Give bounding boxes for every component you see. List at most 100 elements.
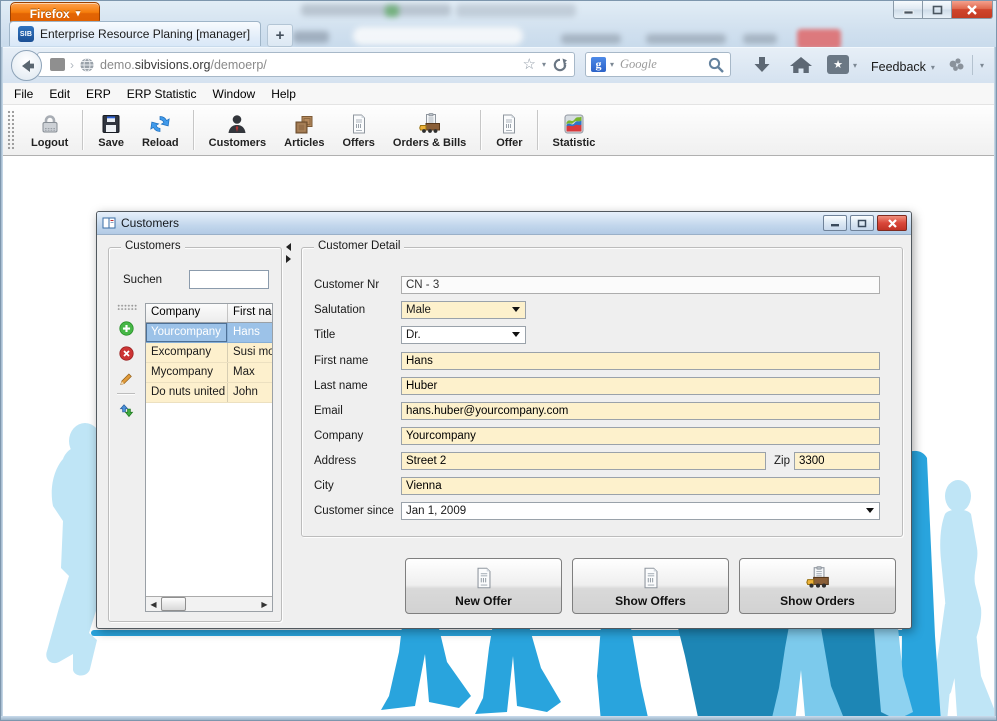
scroll-right-arrow[interactable]: ▶ bbox=[257, 597, 272, 611]
customers-window-titlebar[interactable]: Customers bbox=[97, 212, 911, 235]
window-icon bbox=[102, 217, 116, 229]
customers-window: Customers Customers Suchen Company First… bbox=[96, 211, 912, 629]
url-bar[interactable]: › demo.sibvisions.org/demoerp/ ☆ ▾ bbox=[37, 52, 575, 77]
inner-restore-button[interactable] bbox=[850, 215, 874, 231]
truck-icon bbox=[418, 112, 440, 133]
menu-window[interactable]: Window bbox=[205, 87, 264, 101]
reload-button[interactable]: Reload bbox=[133, 105, 188, 155]
company-field[interactable] bbox=[401, 427, 880, 445]
table-row[interactable]: Excompany Susi mo bbox=[146, 343, 272, 363]
collapse-left-icon[interactable] bbox=[286, 243, 291, 251]
tab-title: Enterprise Resource Planing [manager] bbox=[40, 27, 251, 41]
logout-button[interactable]: Logout bbox=[22, 105, 77, 155]
back-button[interactable] bbox=[11, 50, 42, 81]
bookmarks-dropdown-icon[interactable]: ▾ bbox=[853, 61, 857, 70]
offers-button[interactable]: Offers bbox=[333, 105, 383, 155]
window-frame-left bbox=[1, 47, 3, 720]
column-header-company[interactable]: Company bbox=[146, 304, 228, 322]
menu-help[interactable]: Help bbox=[263, 87, 304, 101]
overflow-dropdown-icon[interactable]: ▾ bbox=[980, 61, 984, 70]
salutation-label: Salutation bbox=[314, 304, 366, 316]
toolbar-grip[interactable] bbox=[117, 304, 137, 310]
menu-file[interactable]: File bbox=[6, 87, 41, 101]
customers-group-title: Customers bbox=[121, 240, 185, 252]
site-identity-icon[interactable] bbox=[50, 58, 65, 71]
search-input[interactable] bbox=[618, 56, 703, 73]
menu-erp-statistic[interactable]: ERP Statistic bbox=[119, 87, 205, 101]
search-engine-dropdown-icon[interactable]: ▾ bbox=[610, 60, 614, 69]
window-frame-bottom bbox=[1, 716, 996, 720]
address-field[interactable] bbox=[401, 452, 766, 470]
chevron-separator: › bbox=[70, 57, 74, 72]
customer-since-datebox[interactable]: Jan 1, 2009 bbox=[401, 502, 880, 520]
zip-field[interactable] bbox=[794, 452, 880, 470]
table-row[interactable]: Mycompany Max bbox=[146, 363, 272, 383]
window-frame-right bbox=[994, 47, 996, 720]
customer-search-input[interactable] bbox=[189, 270, 269, 289]
split-pane-divider[interactable] bbox=[286, 235, 292, 627]
export-import-button[interactable] bbox=[116, 400, 136, 420]
scrollbar-thumb[interactable] bbox=[161, 597, 186, 611]
reload-icon[interactable] bbox=[552, 57, 568, 73]
add-row-button[interactable] bbox=[116, 318, 136, 338]
customers-button[interactable]: Customers bbox=[200, 105, 275, 155]
customer-detail-group-title: Customer Detail bbox=[314, 240, 405, 252]
browser-tab[interactable]: SIB Enterprise Resource Planing [manager… bbox=[9, 21, 261, 46]
toolbar-grip[interactable] bbox=[7, 110, 14, 150]
customer-nr-label: Customer Nr bbox=[314, 279, 380, 291]
edit-row-button[interactable] bbox=[116, 368, 136, 388]
table-row[interactable]: Do nuts united John bbox=[146, 383, 272, 403]
inner-close-button[interactable] bbox=[877, 215, 907, 231]
bookmarks-button[interactable]: ★ bbox=[827, 55, 849, 74]
menu-erp[interactable]: ERP bbox=[78, 87, 119, 101]
collapse-right-icon[interactable] bbox=[286, 255, 291, 263]
ghost-blur bbox=[385, 5, 399, 17]
bookmark-star-icon[interactable]: ☆ bbox=[523, 57, 536, 72]
url-dropdown-icon[interactable]: ▾ bbox=[542, 60, 546, 69]
scroll-left-arrow[interactable]: ◀ bbox=[146, 597, 161, 611]
search-box[interactable]: g ▾ bbox=[585, 52, 731, 77]
new-offer-button[interactable]: New Offer bbox=[405, 558, 562, 614]
google-icon: g bbox=[591, 57, 606, 72]
offer-button[interactable]: Offer bbox=[487, 105, 531, 155]
addon-splat-icon[interactable] bbox=[945, 54, 967, 76]
title-combobox[interactable]: Dr. bbox=[401, 326, 526, 344]
chevron-down-icon: ▾ bbox=[75, 8, 81, 18]
last-name-field[interactable] bbox=[401, 377, 880, 395]
inner-minimize-button[interactable] bbox=[823, 215, 847, 231]
toolbar-separator bbox=[536, 110, 539, 150]
window-controls bbox=[893, 1, 993, 19]
new-tab-button[interactable]: + bbox=[267, 24, 293, 47]
save-button[interactable]: Save bbox=[89, 105, 133, 155]
minimize-button[interactable] bbox=[893, 1, 923, 19]
plus-icon bbox=[118, 320, 134, 336]
show-offers-button[interactable]: Show Offers bbox=[572, 558, 729, 614]
delete-row-button[interactable] bbox=[116, 343, 136, 363]
city-field[interactable] bbox=[401, 477, 880, 495]
column-header-first-name[interactable]: First na bbox=[228, 304, 272, 322]
orders-bills-button[interactable]: Orders & Bills bbox=[384, 105, 475, 155]
download-icon[interactable] bbox=[751, 54, 773, 76]
url-text: demo.sibvisions.org/demoerp/ bbox=[100, 57, 267, 72]
combo-arrow-icon bbox=[512, 332, 520, 337]
customer-nr-field[interactable] bbox=[401, 276, 880, 294]
articles-button[interactable]: Articles bbox=[275, 105, 333, 155]
search-magnifier-icon[interactable] bbox=[707, 56, 725, 74]
minimize-icon bbox=[903, 10, 913, 14]
document-icon bbox=[352, 114, 365, 133]
email-field[interactable] bbox=[401, 402, 880, 420]
menu-edit[interactable]: Edit bbox=[41, 87, 78, 101]
maximize-button[interactable] bbox=[923, 1, 952, 19]
horizontal-scrollbar[interactable]: ◀ ▶ bbox=[146, 596, 272, 611]
feedback-menu[interactable]: Feedback ▾ bbox=[871, 60, 935, 74]
zip-label: Zip bbox=[774, 455, 790, 467]
show-orders-button[interactable]: Show Orders bbox=[739, 558, 896, 614]
table-row[interactable]: Yourcompany Hans bbox=[146, 323, 272, 343]
salutation-combobox[interactable]: Male bbox=[401, 301, 526, 319]
home-icon[interactable] bbox=[789, 54, 813, 76]
company-label: Company bbox=[314, 430, 364, 442]
statistic-button[interactable]: Statistic bbox=[544, 105, 605, 155]
first-name-field[interactable] bbox=[401, 352, 880, 370]
ghost-blur bbox=[456, 4, 576, 17]
close-button[interactable] bbox=[952, 1, 993, 19]
